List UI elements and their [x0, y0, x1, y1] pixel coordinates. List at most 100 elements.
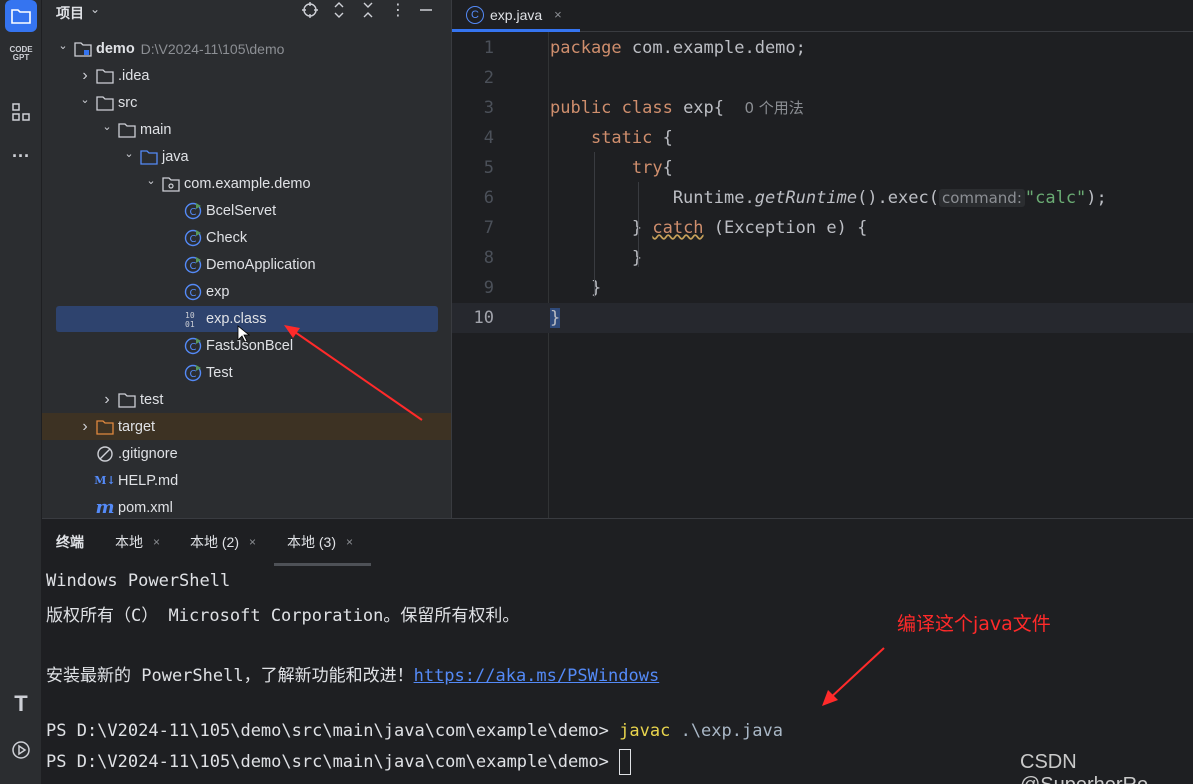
code-line[interactable]: 3 public class exp{ 0 个用法	[452, 93, 1193, 123]
code-line[interactable]: 10}	[452, 303, 1193, 333]
chevron-down-icon[interactable]: ⌄	[56, 39, 70, 52]
project-icon[interactable]	[5, 0, 37, 32]
more-icon[interactable]: ···	[5, 140, 37, 172]
tree-item-main[interactable]: ⌄ main	[42, 116, 451, 143]
chevron-down-icon[interactable]: ⌄	[100, 120, 114, 133]
line-number[interactable]: 6	[452, 183, 494, 213]
project-header: 项目 ⌄ ⋮	[42, 0, 451, 22]
svg-text:C: C	[190, 369, 197, 380]
tree-item-label: java	[162, 148, 189, 165]
svg-text:C: C	[190, 342, 197, 353]
options-icon[interactable]: ⋮	[388, 0, 408, 20]
code-line[interactable]: 1 package com.example.demo;	[452, 33, 1193, 63]
line-number[interactable]: 2	[452, 63, 494, 93]
codegpt-label: CODE GPT	[9, 45, 33, 62]
tree-item-idea[interactable]: › .idea	[42, 62, 451, 89]
tree-item-exp[interactable]: Cexp	[42, 278, 451, 305]
svg-text:01: 01	[185, 320, 195, 328]
line-number[interactable]: 4	[452, 123, 494, 153]
tree-item-bcelservet[interactable]: C BcelServet	[42, 197, 451, 224]
close-icon[interactable]: ×	[153, 535, 160, 549]
code-line[interactable]: 8 }	[452, 243, 1193, 273]
code-line[interactable]: 5 try{	[452, 153, 1193, 183]
line-number[interactable]: 9	[452, 273, 494, 303]
tree-item-test[interactable]: C Test	[42, 359, 451, 386]
codegpt-icon[interactable]: CODE GPT	[5, 38, 37, 70]
code-text[interactable]: public class exp{ 0 个用法	[550, 93, 804, 123]
line-number[interactable]: 1	[452, 33, 494, 63]
pswindows-link[interactable]: https://aka.ms/PSWindows	[414, 666, 660, 686]
code-text[interactable]: package com.example.demo;	[550, 33, 806, 63]
hide-icon[interactable]	[416, 0, 436, 20]
tree-item-check[interactable]: C Check	[42, 224, 451, 251]
tree-item-demo[interactable]: ⌄ demo D:\V2024-11\105\demo	[42, 35, 451, 62]
chevron-down-icon[interactable]: ⌄	[144, 174, 158, 187]
class-run-icon: C	[184, 364, 202, 382]
code-text[interactable]: static {	[550, 123, 673, 153]
code-text[interactable]: } catch (Exception e) {	[550, 213, 867, 243]
code-line[interactable]: 9 }	[452, 273, 1193, 303]
chevron-down-icon[interactable]: ⌄	[122, 147, 136, 160]
close-icon[interactable]: ×	[249, 535, 256, 549]
tree-item-target[interactable]: › target	[42, 413, 451, 440]
terminal-cursor[interactable]	[619, 749, 632, 775]
tree-item-label: exp	[206, 283, 230, 300]
code-text[interactable]: Runtime.getRuntime().exec(command: "calc"…	[550, 183, 1107, 213]
tree-item-fastjsonbcel[interactable]: C FastJsonBcel	[42, 332, 451, 359]
terminal-input-line[interactable]: PS D:\V2024-11\105\demo\src\main\java\co…	[46, 749, 632, 775]
tab-local-1[interactable]: 本地 ×	[115, 532, 160, 552]
tree-item-gitignore[interactable]: .gitignore	[42, 440, 451, 467]
tree-item-demoapplication[interactable]: C DemoApplication	[42, 251, 451, 278]
chevron-right-icon[interactable]: ›	[78, 418, 92, 436]
code-text[interactable]: try{	[550, 153, 673, 183]
chevron-down-icon[interactable]: ⌄	[90, 2, 100, 16]
run-icon[interactable]	[5, 734, 37, 766]
chevron-right-icon[interactable]: ›	[100, 391, 114, 409]
line-number[interactable]: 8	[452, 243, 494, 273]
line-number[interactable]: 10	[452, 303, 494, 333]
code-line[interactable]: 6 Runtime.getRuntime().exec(command: "cal…	[452, 183, 1193, 213]
line-number[interactable]: 3	[452, 93, 494, 123]
structure-icon[interactable]	[5, 96, 37, 128]
more-glyph: ···	[12, 145, 30, 166]
code-line[interactable]: 4 static {	[452, 123, 1193, 153]
watermark: CSDN @SuperherRo	[1020, 751, 1148, 784]
tree-item-label: exp.class	[206, 310, 267, 327]
tree-item-label: Test	[206, 364, 233, 381]
line-number[interactable]: 7	[452, 213, 494, 243]
project-title[interactable]: 项目	[56, 3, 84, 23]
collapse-all-icon[interactable]	[358, 0, 378, 20]
tree-item-help-md[interactable]: M↓ HELP.md	[42, 467, 451, 494]
tree-item-pom-xml[interactable]: m pom.xml	[42, 494, 451, 518]
terminal-text-icon[interactable]: T	[5, 688, 37, 720]
tab-label: 本地 (3)	[287, 534, 336, 550]
tree-item-src[interactable]: ⌄ src	[42, 89, 451, 116]
tree-item-test[interactable]: › test	[42, 386, 451, 413]
chevron-right-icon[interactable]: ›	[78, 67, 92, 85]
tree-item-java[interactable]: ⌄ java	[42, 143, 451, 170]
indent-guide	[594, 152, 595, 297]
code-line[interactable]: 2	[452, 63, 1193, 93]
code-text[interactable]: }	[550, 243, 642, 273]
expand-all-icon[interactable]	[329, 0, 349, 20]
class-icon: C	[184, 283, 202, 301]
tab-terminal[interactable]: 终端	[56, 532, 84, 552]
tab-local-2[interactable]: 本地 (2) ×	[190, 532, 256, 552]
close-icon[interactable]: ×	[554, 7, 562, 22]
code-line[interactable]: 7 } catch (Exception e) {	[452, 213, 1193, 243]
source-folder-icon	[140, 148, 158, 166]
tab-exp-java[interactable]: C exp.java ×	[452, 0, 580, 32]
line-number[interactable]: 5	[452, 153, 494, 183]
terminal-tabs: 终端 本地 × 本地 (2) × 本地 (3) ×	[42, 519, 1193, 566]
locate-icon[interactable]	[300, 0, 320, 20]
maven-icon: m	[95, 497, 115, 518]
chevron-down-icon[interactable]: ⌄	[78, 93, 92, 106]
close-icon[interactable]: ×	[346, 535, 353, 549]
install-hint: 安装最新的 PowerShell，了解新功能和改进！	[46, 666, 414, 686]
tree-item-com-example-demo[interactable]: ⌄ com.example.demo	[42, 170, 451, 197]
tab-local-3[interactable]: 本地 (3) ×	[287, 532, 353, 552]
tree-item-label: .idea	[118, 67, 150, 84]
code-text[interactable]: }	[550, 303, 561, 333]
folder-icon	[96, 67, 114, 85]
tree-item-exp-class[interactable]: 10 01 exp.class	[42, 305, 451, 332]
